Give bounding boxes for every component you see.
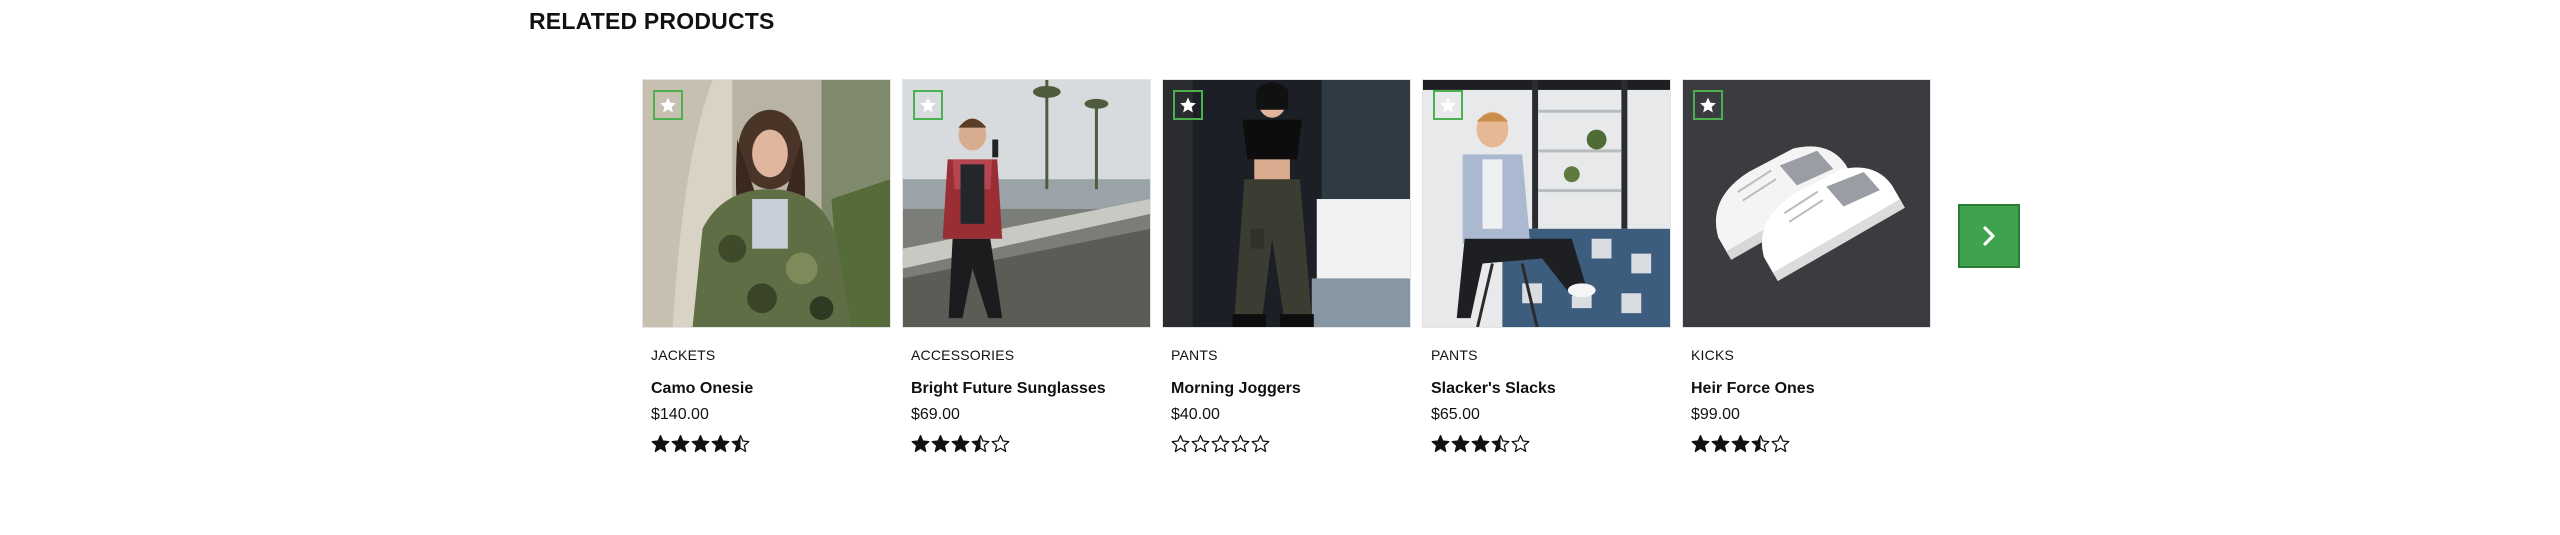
star-full-icon	[1471, 434, 1490, 453]
favorite-toggle[interactable]	[913, 90, 943, 120]
product-category[interactable]: JACKETS	[651, 347, 891, 363]
product-category[interactable]: KICKS	[1691, 347, 1931, 363]
product-card[interactable]: PANTS Slacker's Slacks $65.00	[1422, 79, 1671, 453]
star-icon	[1440, 97, 1456, 113]
product-image[interactable]	[1162, 79, 1411, 328]
star-half-icon	[1751, 434, 1770, 453]
star-empty-icon	[1251, 434, 1270, 453]
rating-stars	[1431, 434, 1671, 453]
star-full-icon	[1731, 434, 1750, 453]
product-image[interactable]	[1422, 79, 1671, 328]
star-empty-icon	[1771, 434, 1790, 453]
product-name[interactable]: Bright Future Sunglasses	[911, 380, 1151, 398]
product-image[interactable]	[642, 79, 891, 328]
carousel-next-button[interactable]	[1958, 204, 2020, 268]
product-image[interactable]	[1682, 79, 1931, 328]
rating-stars	[651, 434, 891, 453]
star-empty-icon	[1211, 434, 1230, 453]
star-full-icon	[931, 434, 950, 453]
section-title: RELATED PRODUCTS	[529, 8, 775, 34]
product-name[interactable]: Camo Onesie	[651, 380, 891, 398]
product-price: $140.00	[651, 406, 709, 423]
product-price: $69.00	[911, 406, 960, 423]
star-icon	[1700, 97, 1716, 113]
product-category[interactable]: PANTS	[1171, 347, 1411, 363]
star-full-icon	[951, 434, 970, 453]
favorite-toggle[interactable]	[1433, 90, 1463, 120]
favorite-toggle[interactable]	[1693, 90, 1723, 120]
star-full-icon	[1711, 434, 1730, 453]
product-card[interactable]: PANTS Morning Joggers $40.00	[1162, 79, 1411, 453]
star-full-icon	[711, 434, 730, 453]
product-price: $99.00	[1691, 406, 1740, 423]
star-half-icon	[971, 434, 990, 453]
product-category[interactable]: ACCESSORIES	[911, 347, 1151, 363]
star-icon	[660, 97, 676, 113]
star-full-icon	[911, 434, 930, 453]
rating-stars	[911, 434, 1151, 453]
product-image[interactable]	[902, 79, 1151, 328]
product-category[interactable]: PANTS	[1431, 347, 1671, 363]
star-icon	[1180, 97, 1196, 113]
favorite-toggle[interactable]	[653, 90, 683, 120]
star-empty-icon	[1171, 434, 1190, 453]
product-carousel: JACKETS Camo Onesie $140.00 ACCESSORIES …	[642, 79, 1931, 453]
star-half-icon	[1491, 434, 1510, 453]
product-name[interactable]: Heir Force Ones	[1691, 380, 1931, 398]
rating-stars	[1171, 434, 1411, 453]
product-price: $65.00	[1431, 406, 1480, 423]
favorite-toggle[interactable]	[1173, 90, 1203, 120]
star-empty-icon	[991, 434, 1010, 453]
star-full-icon	[1431, 434, 1450, 453]
rating-stars	[1691, 434, 1931, 453]
star-full-icon	[691, 434, 710, 453]
star-full-icon	[1451, 434, 1470, 453]
star-full-icon	[651, 434, 670, 453]
star-empty-icon	[1231, 434, 1250, 453]
product-card[interactable]: JACKETS Camo Onesie $140.00	[642, 79, 891, 453]
product-price: $40.00	[1171, 406, 1220, 423]
star-full-icon	[671, 434, 690, 453]
star-half-icon	[731, 434, 750, 453]
product-name[interactable]: Morning Joggers	[1171, 380, 1411, 398]
star-empty-icon	[1191, 434, 1210, 453]
star-icon	[920, 97, 936, 113]
product-card[interactable]: ACCESSORIES Bright Future Sunglasses $69…	[902, 79, 1151, 453]
product-card[interactable]: KICKS Heir Force Ones $99.00	[1682, 79, 1931, 453]
star-empty-icon	[1511, 434, 1530, 453]
star-full-icon	[1691, 434, 1710, 453]
chevron-right-icon	[1983, 226, 1995, 246]
product-name[interactable]: Slacker's Slacks	[1431, 380, 1671, 398]
